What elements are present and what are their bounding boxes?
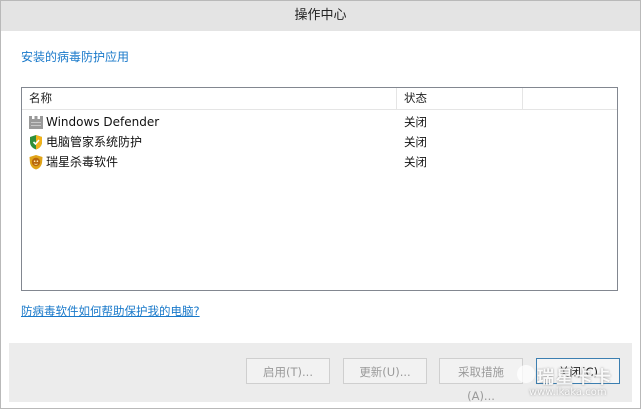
section-heading: 安装的病毒防护应用 xyxy=(21,50,130,64)
list-item-status: 关闭 xyxy=(404,155,427,169)
help-link[interactable]: 防病毒软件如何帮助保护我的电脑? xyxy=(21,303,200,319)
list-item[interactable]: 电脑管家系统防护 关闭 xyxy=(22,132,617,152)
list-header: 名称 状态 xyxy=(22,88,617,110)
update-button[interactable]: 更新(U)... xyxy=(343,358,427,384)
windows-defender-icon xyxy=(28,114,44,130)
action-center-window: 操作中心 安装的病毒防护应用 名称 状态 Windows Defender 关闭… xyxy=(0,0,641,409)
close-button[interactable]: 关闭(C) xyxy=(536,358,620,384)
list-item-name: 电脑管家系统防护 xyxy=(46,135,143,149)
column-header-name[interactable]: 名称 xyxy=(22,88,397,109)
list-item-name: 瑞星杀毒软件 xyxy=(46,155,119,169)
dialog-content: 安装的病毒防护应用 名称 状态 Windows Defender 关闭 电脑管家… xyxy=(9,31,632,343)
lion-icon xyxy=(28,154,44,170)
antivirus-list[interactable]: 名称 状态 Windows Defender 关闭 电脑管家系统防护 关闭 瑞星… xyxy=(21,87,618,291)
button-bar: 启用(T)... 更新(U)... 采取措施(A)... 关闭(C) xyxy=(9,343,632,403)
list-item-status: 关闭 xyxy=(404,115,427,129)
column-header-empty[interactable] xyxy=(523,88,617,109)
title-bar[interactable]: 操作中心 xyxy=(1,1,640,31)
column-header-status[interactable]: 状态 xyxy=(397,88,523,109)
shield-icon xyxy=(28,134,44,150)
window-title: 操作中心 xyxy=(294,8,347,23)
enable-button[interactable]: 启用(T)... xyxy=(246,358,330,384)
list-item[interactable]: Windows Defender 关闭 xyxy=(22,112,617,132)
list-item-name: Windows Defender xyxy=(46,115,160,129)
take-action-button[interactable]: 采取措施(A)... xyxy=(439,358,523,403)
list-item-status: 关闭 xyxy=(404,135,427,149)
list-item[interactable]: 瑞星杀毒软件 关闭 xyxy=(22,152,617,172)
